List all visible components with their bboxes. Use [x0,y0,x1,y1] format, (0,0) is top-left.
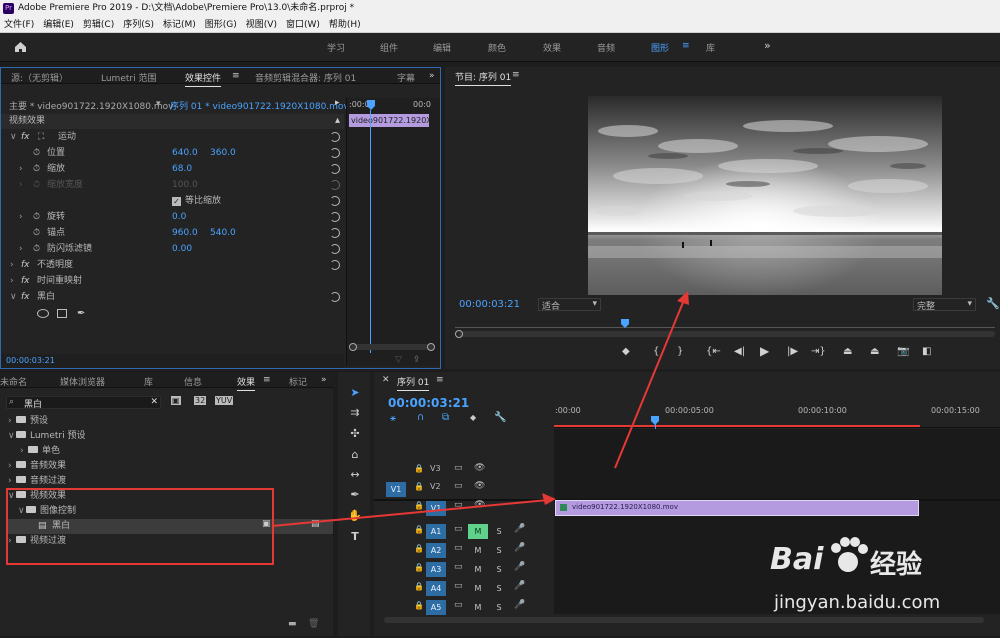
paw-logo-icon [831,537,868,572]
arrow-to-monitor [614,299,685,469]
watermark-bai-text: Bai [770,542,824,577]
arrow-head-monitor [677,291,689,305]
arrow-to-clip [271,499,549,527]
arrow-head-clip [542,493,556,505]
baidu-watermark: Bai 经验 jingyan.baidu.com [770,534,1000,634]
watermark-url: jingyan.baidu.com [774,592,941,613]
watermark-jingyan-text: 经验 [870,550,923,580]
